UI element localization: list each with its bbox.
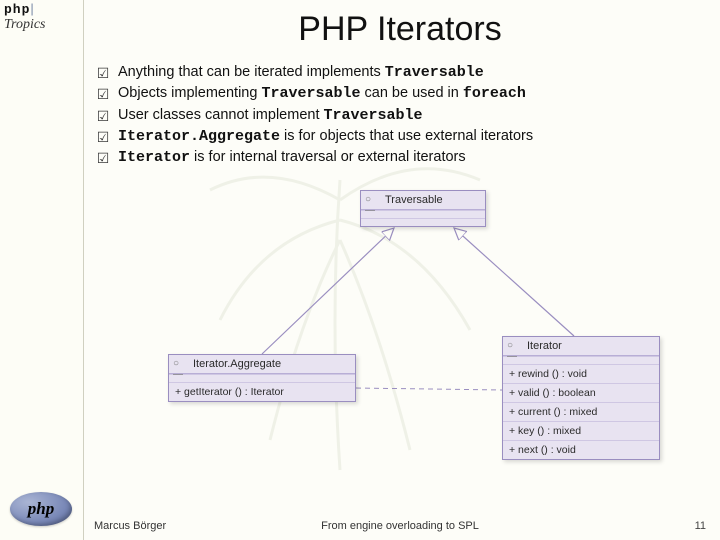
check-icon: ☑ [94,64,112,83]
uml-box-traversable: ○— Traversable [360,190,486,227]
check-icon: ☑ [94,149,112,168]
check-icon: ☑ [94,107,112,126]
bullet-item: ☑ Objects implementing Traversable can b… [94,84,706,104]
slide-title: PHP Iterators [94,10,706,49]
interface-icon: ○— [507,340,521,351]
bullet-list: ☑ Anything that can be iterated implemen… [94,63,706,168]
uml-box-iterator: ○— Iterator + rewind () : void + valid ()… [502,336,660,460]
uml-class-name: Traversable [385,194,443,206]
bullet-item: ☑ User classes cannot implement Traversa… [94,106,706,126]
brand-tropics-text: Tropics [4,17,46,32]
slide-content: PHP Iterators ☑ Anything that can be ite… [84,0,720,540]
php-logo: php [10,492,72,526]
uml-operation: + valid () : boolean [503,383,659,402]
sidebar: php| Tropics php [0,0,84,540]
bullet-item: ☑ Anything that can be iterated implemen… [94,63,706,83]
interface-icon: ○— [365,194,379,205]
check-icon: ☑ [94,85,112,104]
php-logo-text: php [28,499,54,519]
interface-icon: ○— [173,358,187,369]
bullet-item: ☑ Iterator.Aggregate is for objects that… [94,127,706,147]
uml-operation: + rewind () : void [503,364,659,383]
uml-operation: + key () : mixed [503,421,659,440]
uml-operation: + current () : mixed [503,402,659,421]
uml-operation: + next () : void [503,440,659,459]
uml-box-iterator-aggregate: ○— Iterator.Aggregate + getIterator () : … [168,354,356,402]
bullet-item: ☑ Iterator is for internal traversal or … [94,148,706,168]
uml-operation: + getIterator () : Iterator [169,382,355,401]
check-icon: ☑ [94,128,112,147]
uml-diagram: ○— Traversable ○— Iterator.Aggregate + get… [94,190,706,470]
uml-class-name: Iterator [527,340,562,352]
brand-top: php| Tropics [4,2,46,33]
slide-footer: Marcus Börger From engine overloading to… [94,520,706,532]
footer-talk-title: From engine overloading to SPL [94,520,706,532]
brand-php-text: php [4,2,30,17]
uml-class-name: Iterator.Aggregate [193,358,281,370]
